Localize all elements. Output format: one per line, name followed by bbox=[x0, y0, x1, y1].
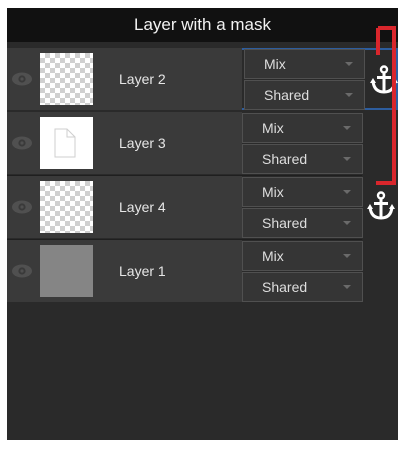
layer-row-body[interactable]: Layer 2 bbox=[7, 48, 242, 110]
layer-row-layer-2[interactable]: Layer 2 Mix Shared bbox=[7, 48, 398, 110]
chevron-down-icon bbox=[345, 62, 353, 66]
layer-row-layer-3[interactable]: Layer 3 Mix Shared bbox=[7, 112, 398, 174]
layers-panel: Layer with a mask Layer 2 Mix Shared Lay… bbox=[7, 8, 398, 440]
chevron-down-icon bbox=[345, 93, 353, 97]
sharing-mode-select[interactable]: Shared bbox=[244, 80, 365, 110]
layer-controls: Mix Shared bbox=[244, 48, 366, 110]
sharing-mode-value: Shared bbox=[262, 279, 308, 295]
eye-icon[interactable] bbox=[11, 263, 33, 279]
blend-mode-select[interactable]: Mix bbox=[242, 113, 363, 143]
chevron-down-icon bbox=[343, 190, 351, 194]
sharing-mode-value: Shared bbox=[264, 87, 310, 103]
layer-thumbnail bbox=[40, 53, 93, 105]
mask-link-bracket bbox=[376, 26, 396, 185]
layer-controls: Mix Shared bbox=[242, 112, 364, 174]
layer-name: Layer 1 bbox=[119, 263, 166, 279]
mask-shape bbox=[54, 128, 76, 158]
blend-mode-value: Mix bbox=[262, 184, 284, 200]
sharing-mode-select[interactable]: Shared bbox=[242, 272, 363, 302]
chevron-down-icon bbox=[343, 254, 351, 258]
layer-name: Layer 3 bbox=[119, 135, 166, 151]
chevron-down-icon bbox=[343, 157, 351, 161]
layer-row-layer-1[interactable]: Layer 1 Mix Shared bbox=[7, 240, 398, 302]
sharing-mode-select[interactable]: Shared bbox=[242, 208, 363, 238]
blend-mode-select[interactable]: Mix bbox=[242, 177, 363, 207]
chevron-down-icon bbox=[343, 126, 351, 130]
layer-name: Layer 4 bbox=[119, 199, 166, 215]
blend-mode-select[interactable]: Mix bbox=[244, 49, 365, 79]
chevron-down-icon bbox=[343, 285, 351, 289]
layer-row-layer-4[interactable]: Layer 4 Mix Shared bbox=[7, 176, 398, 238]
blend-mode-value: Mix bbox=[264, 56, 286, 72]
blend-mode-select[interactable]: Mix bbox=[242, 241, 363, 271]
sharing-mode-value: Shared bbox=[262, 151, 308, 167]
blend-mode-value: Mix bbox=[262, 120, 284, 136]
eye-icon[interactable] bbox=[11, 71, 33, 87]
layer-row-body[interactable]: Layer 4 bbox=[7, 176, 242, 238]
sharing-mode-value: Shared bbox=[262, 215, 308, 231]
sharing-mode-select[interactable]: Shared bbox=[242, 144, 363, 174]
layer-controls: Mix Shared bbox=[242, 240, 364, 302]
layer-name: Layer 2 bbox=[119, 71, 166, 87]
blend-mode-value: Mix bbox=[262, 248, 284, 264]
layer-thumbnail bbox=[40, 245, 93, 297]
chevron-down-icon bbox=[343, 221, 351, 225]
eye-icon[interactable] bbox=[11, 135, 33, 151]
panel-title: Layer with a mask bbox=[7, 8, 398, 42]
layer-thumbnail bbox=[40, 181, 93, 233]
layer-thumbnail bbox=[40, 117, 93, 169]
layer-row-body[interactable]: Layer 3 bbox=[7, 112, 242, 174]
eye-icon[interactable] bbox=[11, 199, 33, 215]
layer-row-body[interactable]: Layer 1 bbox=[7, 240, 242, 302]
anchor-icon[interactable] bbox=[367, 191, 395, 221]
layer-controls: Mix Shared bbox=[242, 176, 364, 238]
